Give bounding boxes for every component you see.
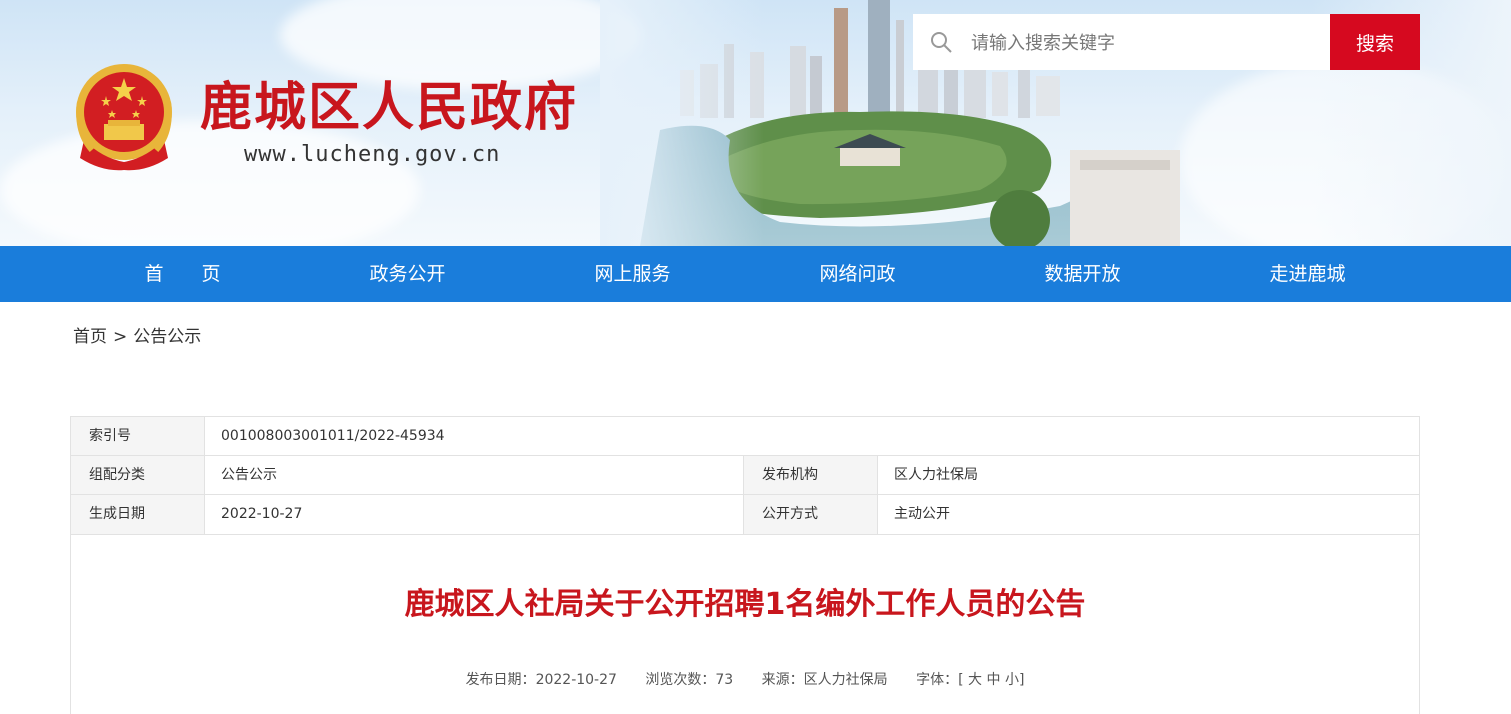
font-size-label: 字体： <box>916 672 959 688</box>
font-bracket-open: [ <box>958 672 964 688</box>
site-url: www.lucheng.gov.cn <box>244 142 501 167</box>
main-nav: 首 页 政务公开 网上服务 网络问政 数据开放 走进鹿城 <box>0 246 1511 302</box>
meta-value-index: 001008003001011/2022-45934 <box>221 428 445 444</box>
search-input[interactable] <box>969 22 1323 64</box>
font-size-small-button[interactable]: 小 <box>1005 672 1019 688</box>
nav-item-about-lucheng[interactable]: 走进鹿城 <box>1195 246 1420 302</box>
meta-value-disclosure-mode: 主动公开 <box>894 506 950 522</box>
nav-item-online-services[interactable]: 网上服务 <box>520 246 745 302</box>
meta-label-index: 索引号 <box>71 417 205 455</box>
source-label: 来源： <box>761 672 804 688</box>
meta-row: 生成日期 2022-10-27 公开方式 主动公开 <box>71 495 1419 534</box>
views-label: 浏览次数： <box>645 672 716 688</box>
article-panel: 鹿城区人社局关于公开招聘1名编外工作人员的公告 发布日期：2022-10-27 … <box>70 534 1420 714</box>
meta-label-disclosure-mode: 公开方式 <box>744 495 878 534</box>
national-emblem-logo <box>76 64 172 171</box>
breadcrumb-current-link[interactable]: 公告公示 <box>133 327 201 347</box>
meta-label-publisher: 发布机构 <box>744 456 878 494</box>
meta-row: 组配分类 公告公示 发布机构 区人力社保局 <box>71 456 1419 495</box>
search-button[interactable]: 搜索 <box>1330 14 1420 70</box>
breadcrumb: 首页 > 公告公示 <box>73 322 201 347</box>
article-title: 鹿城区人社局关于公开招聘1名编外工作人员的公告 <box>404 587 1086 622</box>
font-size-controls: 字体：[ 大 中 小] <box>916 672 1024 688</box>
meta-value-publisher: 区人力社保局 <box>894 467 978 483</box>
meta-label-date: 生成日期 <box>71 495 205 534</box>
font-size-large-button[interactable]: 大 <box>968 672 982 688</box>
nav-item-online-inquiry[interactable]: 网络问政 <box>745 246 970 302</box>
meta-value-category: 公告公示 <box>205 456 744 494</box>
article-info-bar: 发布日期：2022-10-27 浏览次数：73 来源：区人力社保局 字体：[ 大… <box>71 669 1419 689</box>
search-box <box>913 14 1330 70</box>
font-size-medium-button[interactable]: 中 <box>987 672 1001 688</box>
views-value: 73 <box>715 672 734 688</box>
publish-date-label: 发布日期： <box>465 672 536 688</box>
article-publish-date: 发布日期：2022-10-27 <box>466 672 617 688</box>
article-source: 来源：区人力社保局 <box>762 672 888 688</box>
publish-date-value: 2022-10-27 <box>535 672 617 688</box>
nav-item-home[interactable]: 首 页 <box>70 246 295 302</box>
breadcrumb-separator: > <box>113 327 128 347</box>
document-meta-table: 索引号 001008003001011/2022-45934 组配分类 公告公示… <box>70 416 1420 535</box>
breadcrumb-home-link[interactable]: 首页 <box>73 327 107 347</box>
font-bracket-close: ] <box>1018 672 1025 688</box>
search-icon <box>931 32 952 53</box>
nav-item-open-data[interactable]: 数据开放 <box>970 246 1195 302</box>
nav-item-government-affairs[interactable]: 政务公开 <box>295 246 520 302</box>
meta-value-date: 2022-10-27 <box>205 495 744 534</box>
meta-row: 索引号 001008003001011/2022-45934 <box>71 417 1419 456</box>
meta-label-category: 组配分类 <box>71 456 205 494</box>
source-value: 区人力社保局 <box>803 672 888 688</box>
site-title: 鹿城区人民政府 <box>200 77 579 138</box>
article-views: 浏览次数：73 <box>645 672 733 688</box>
